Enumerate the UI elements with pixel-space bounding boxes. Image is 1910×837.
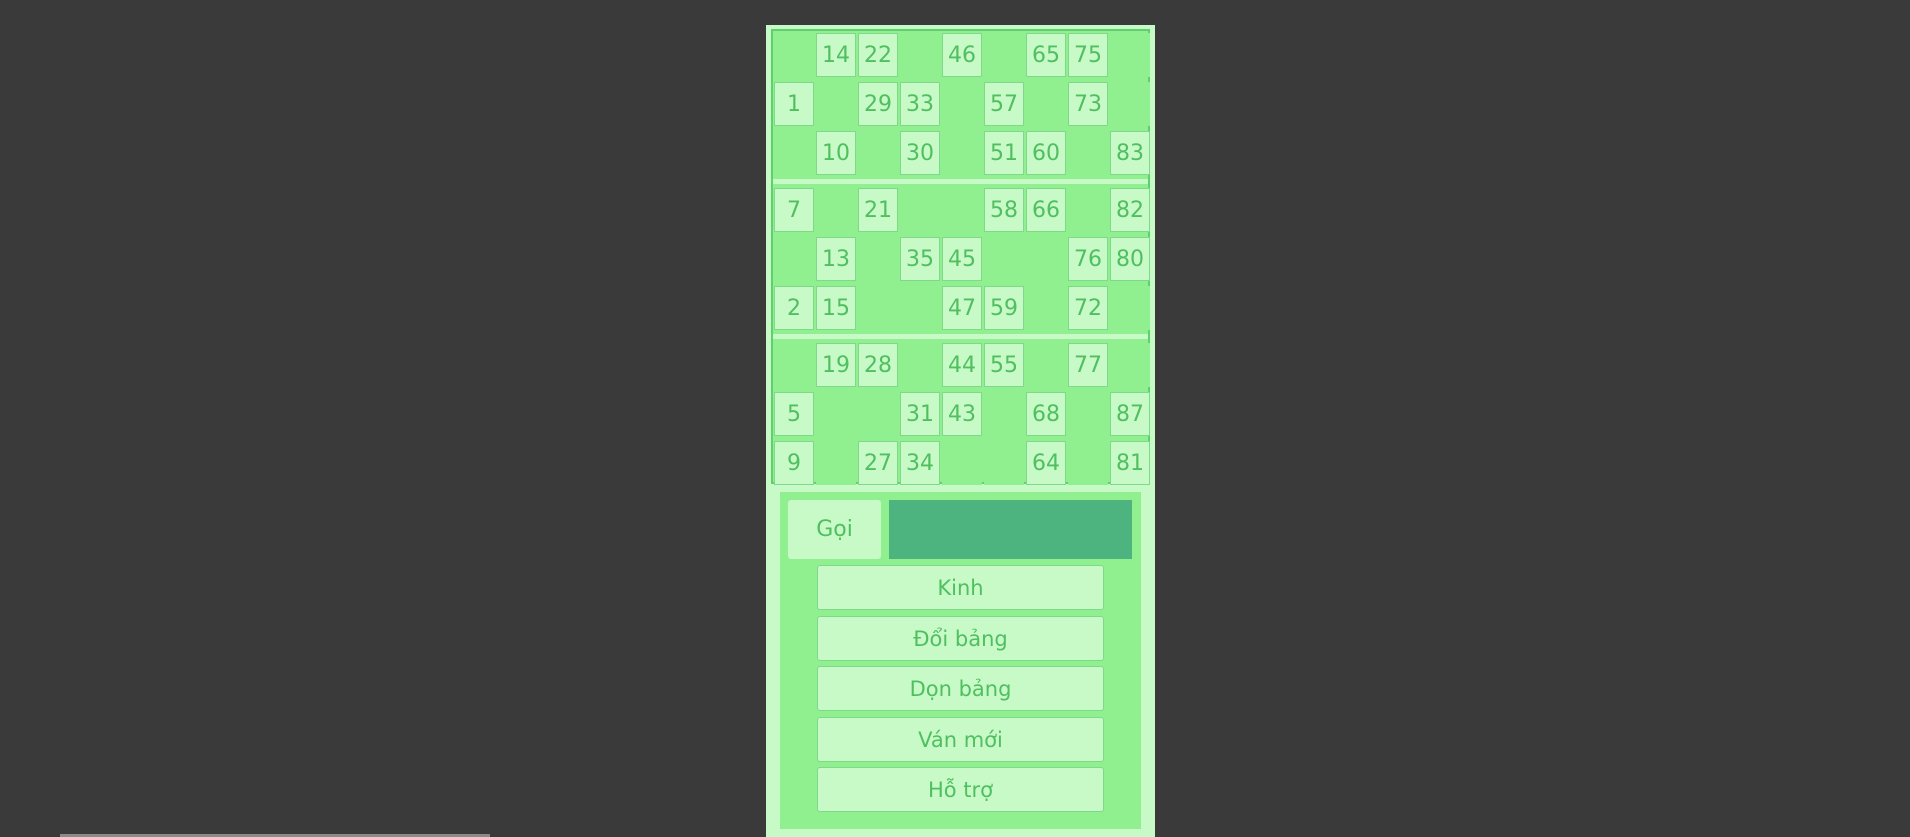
loto-card: 14 22 46 65 75 1 29 33 57 73 10 30 51 60 83: [773, 31, 1150, 176]
app-panel: 14 22 46 65 75 1 29 33 57 73 10 30 51 60 83 7 21 58 66 82 13…: [766, 25, 1155, 837]
number-cell[interactable]: 43: [942, 392, 982, 436]
number-cell[interactable]: 1: [774, 82, 814, 126]
number-cell[interactable]: 34: [900, 441, 940, 485]
number-cell[interactable]: 33: [900, 82, 940, 126]
empty-cell: [900, 343, 940, 387]
empty-cell: [774, 33, 814, 77]
empty-cell: [858, 131, 898, 175]
empty-cell: [816, 392, 856, 436]
empty-cell: [774, 131, 814, 175]
card-divider: [773, 334, 1148, 339]
number-cell[interactable]: 58: [984, 188, 1024, 232]
number-cell[interactable]: 72: [1068, 286, 1108, 330]
loto-card: 19 28 44 55 77 5 31 43 68 87 9 27 34 64 81: [773, 341, 1150, 486]
empty-cell: [900, 286, 940, 330]
number-cell[interactable]: 28: [858, 343, 898, 387]
empty-cell: [984, 392, 1024, 436]
empty-cell: [1110, 286, 1150, 330]
number-cell[interactable]: 66: [1026, 188, 1066, 232]
number-cell[interactable]: 47: [942, 286, 982, 330]
number-cell[interactable]: 73: [1068, 82, 1108, 126]
number-cell[interactable]: 30: [900, 131, 940, 175]
empty-cell: [1110, 82, 1150, 126]
number-cell[interactable]: 2: [774, 286, 814, 330]
empty-cell: [900, 33, 940, 77]
number-cell[interactable]: 22: [858, 33, 898, 77]
empty-cell: [858, 237, 898, 281]
number-cell[interactable]: 60: [1026, 131, 1066, 175]
empty-cell: [1110, 343, 1150, 387]
empty-cell: [900, 188, 940, 232]
number-cell[interactable]: 55: [984, 343, 1024, 387]
number-cell[interactable]: 29: [858, 82, 898, 126]
empty-cell: [984, 33, 1024, 77]
empty-cell: [942, 441, 982, 485]
kinh-button[interactable]: Kinh: [817, 565, 1104, 610]
empty-cell: [1026, 82, 1066, 126]
empty-cell: [774, 237, 814, 281]
number-cell[interactable]: 7: [774, 188, 814, 232]
number-cell[interactable]: 46: [942, 33, 982, 77]
empty-cell: [816, 441, 856, 485]
empty-cell: [942, 188, 982, 232]
empty-cell: [984, 441, 1024, 485]
number-cell[interactable]: 35: [900, 237, 940, 281]
number-cell[interactable]: 10: [816, 131, 856, 175]
call-button[interactable]: Gọi: [788, 500, 881, 559]
empty-cell: [774, 343, 814, 387]
number-cell[interactable]: 19: [816, 343, 856, 387]
number-cell[interactable]: 51: [984, 131, 1024, 175]
called-number-display: [889, 500, 1132, 559]
card-divider: [773, 179, 1148, 184]
empty-cell: [816, 82, 856, 126]
controls-panel: Gọi Kinh Đổi bảng Dọn bảng Ván mới Hỗ trợ: [780, 492, 1141, 829]
empty-cell: [1026, 286, 1066, 330]
loto-card: 7 21 58 66 82 13 35 45 76 80 2 15 47 59 72: [773, 186, 1150, 331]
number-cell[interactable]: 9: [774, 441, 814, 485]
empty-cell: [1068, 441, 1108, 485]
number-cell[interactable]: 13: [816, 237, 856, 281]
empty-cell: [1068, 392, 1108, 436]
empty-cell: [858, 286, 898, 330]
number-cell[interactable]: 76: [1068, 237, 1108, 281]
number-cell[interactable]: 75: [1068, 33, 1108, 77]
number-cell[interactable]: 87: [1110, 392, 1150, 436]
loto-board: 14 22 46 65 75 1 29 33 57 73 10 30 51 60 83 7 21 58 66 82 13…: [771, 29, 1150, 486]
number-cell[interactable]: 27: [858, 441, 898, 485]
number-cell[interactable]: 80: [1110, 237, 1150, 281]
empty-cell: [984, 237, 1024, 281]
number-cell[interactable]: 45: [942, 237, 982, 281]
number-cell[interactable]: 65: [1026, 33, 1066, 77]
number-cell[interactable]: 14: [816, 33, 856, 77]
empty-cell: [942, 131, 982, 175]
change-board-button[interactable]: Đổi bảng: [817, 616, 1104, 661]
empty-cell: [1026, 343, 1066, 387]
clear-board-button[interactable]: Dọn bảng: [817, 666, 1104, 711]
number-cell[interactable]: 5: [774, 392, 814, 436]
empty-cell: [942, 82, 982, 126]
number-cell[interactable]: 68: [1026, 392, 1066, 436]
number-cell[interactable]: 64: [1026, 441, 1066, 485]
number-cell[interactable]: 77: [1068, 343, 1108, 387]
empty-cell: [1110, 33, 1150, 77]
new-game-button[interactable]: Ván mới: [817, 717, 1104, 762]
number-cell[interactable]: 31: [900, 392, 940, 436]
number-cell[interactable]: 57: [984, 82, 1024, 126]
number-cell[interactable]: 83: [1110, 131, 1150, 175]
number-cell[interactable]: 15: [816, 286, 856, 330]
empty-cell: [1026, 237, 1066, 281]
number-cell[interactable]: 59: [984, 286, 1024, 330]
number-cell[interactable]: 21: [858, 188, 898, 232]
empty-cell: [816, 188, 856, 232]
number-cell[interactable]: 44: [942, 343, 982, 387]
number-cell[interactable]: 82: [1110, 188, 1150, 232]
empty-cell: [1068, 188, 1108, 232]
empty-cell: [858, 392, 898, 436]
number-cell[interactable]: 81: [1110, 441, 1150, 485]
help-button[interactable]: Hỗ trợ: [817, 767, 1104, 812]
empty-cell: [1068, 131, 1108, 175]
